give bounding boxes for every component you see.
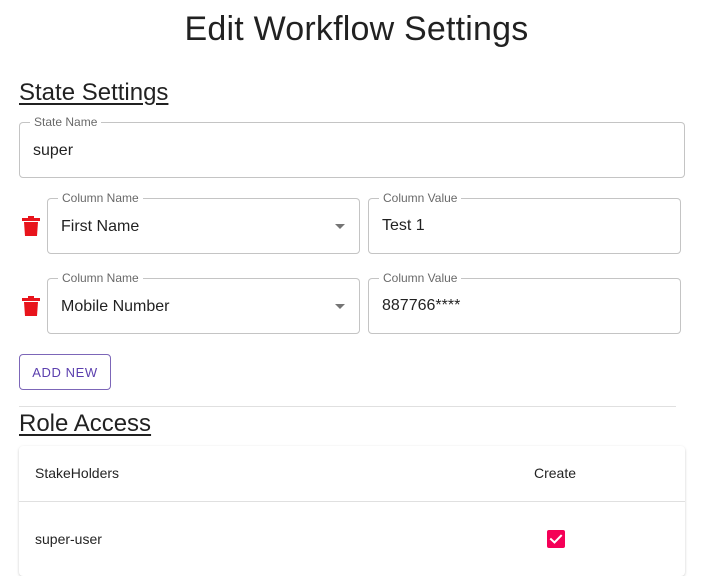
column-header-create: Create [534,465,577,481]
state-name-label: State Name [30,115,102,129]
role-access-heading: Role Access [19,410,152,437]
role-access-table: StakeHolders Create super-user [19,446,685,576]
add-new-button[interactable]: ADD NEW [19,354,111,390]
column-value-label-2: Column Value [379,271,462,285]
checkbox-checked-icon [547,530,565,548]
column-value-label-1: Column Value [379,191,462,205]
column-value-field-1[interactable]: Column Value Test 1 [368,191,681,254]
column-value-value-2[interactable]: 887766**** [382,296,460,316]
page-title: Edit Workflow Settings [184,10,529,48]
column-name-value-1: First Name [61,218,140,235]
stakeholder-cell: super-user [35,531,102,547]
create-checkbox[interactable] [547,530,565,548]
column-name-label-1: Column Name [58,191,143,205]
state-settings-heading: State Settings [19,79,169,106]
chevron-down-icon[interactable] [335,224,345,229]
state-name-value[interactable]: super [33,141,73,161]
trash-icon[interactable] [22,216,40,236]
column-name-select-1[interactable]: Column Name First Name [47,191,360,254]
section-divider [19,406,676,407]
table-header-divider [19,501,685,502]
column-header-stakeholders: StakeHolders [35,465,120,481]
chevron-down-icon[interactable] [335,304,345,309]
column-name-select-2[interactable]: Column Name Mobile Number [47,271,360,334]
column-value-field-2[interactable]: Column Value 887766**** [368,271,681,334]
column-name-label-2: Column Name [58,271,143,285]
state-name-field[interactable]: State Name super [19,115,685,178]
column-value-value-1[interactable]: Test 1 [382,216,425,236]
trash-icon[interactable] [22,296,40,316]
column-name-value-2: Mobile Number [61,298,170,315]
